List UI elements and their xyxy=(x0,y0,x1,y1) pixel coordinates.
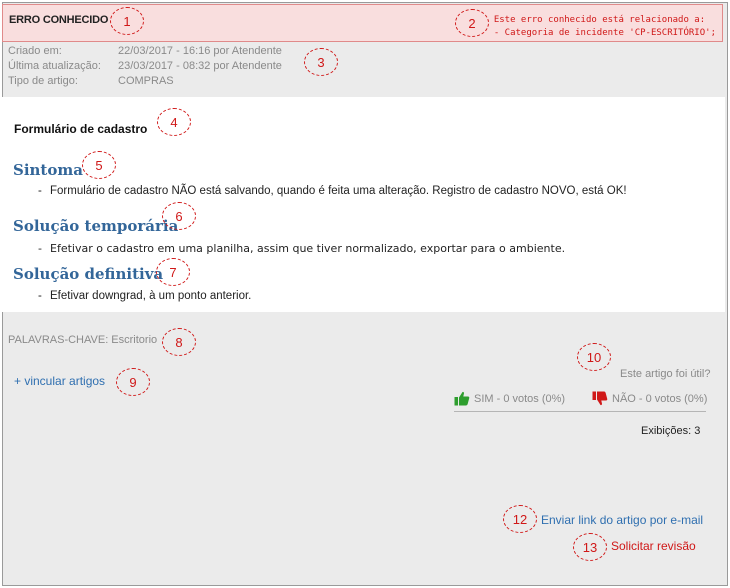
vote-no-button[interactable]: NÃO - 0 votos (0%) xyxy=(592,391,707,406)
views-count: Exibições: 3 xyxy=(641,425,701,437)
relation-line-2: - Categoria de incidente 'CP-ESCRITÓRIO'… xyxy=(493,28,716,38)
callout-7: 7 xyxy=(156,258,190,286)
created-value: 22/03/2017 - 16:16 por Atendente xyxy=(118,45,282,57)
callout-13: 13 xyxy=(573,533,607,561)
vote-yes-label: SIM - 0 votos (0%) xyxy=(474,392,566,405)
request-review-button[interactable]: Solicitar revisão xyxy=(611,539,696,553)
thumbs-up-icon xyxy=(454,391,470,406)
temp-solution-title: Solução temporária xyxy=(13,217,179,235)
symptom-text: Formulário de cadastro NÃO está salvando… xyxy=(50,185,627,197)
callout-5: 5 xyxy=(82,151,116,179)
type-value: COMPRAS xyxy=(118,75,174,87)
link-articles-button[interactable]: + vincular artigos xyxy=(14,374,105,388)
relation-note: Este erro conhecido está relacionado a: … xyxy=(494,14,716,40)
symptom-item: - Formulário de cadastro NÃO está salvand… xyxy=(38,185,627,197)
type-label: Tipo de artigo: xyxy=(8,75,78,87)
callout-12: 12 xyxy=(503,505,537,533)
callout-8: 8 xyxy=(162,328,196,356)
temp-solution-text: Efetivar o cadastro em uma planilha, ass… xyxy=(50,242,566,255)
updated-value: 23/03/2017 - 08:32 por Atendente xyxy=(118,60,282,72)
callout-9: 9 xyxy=(116,368,150,396)
final-solution-item: - Efetivar downgrad, à um ponto anterior. xyxy=(38,290,252,302)
created-label: Criado em: xyxy=(8,45,62,57)
callout-4: 4 xyxy=(157,108,191,136)
temp-solution-item: - Efetivar o cadastro em uma planilha, as… xyxy=(38,242,566,255)
callout-1: 1 xyxy=(110,7,144,35)
updated-label: Última atualização: xyxy=(8,60,101,72)
callout-6: 6 xyxy=(162,202,196,230)
vote-yes-button[interactable]: SIM - 0 votos (0%) xyxy=(454,391,565,406)
callout-2: 2 xyxy=(455,9,489,37)
keywords: PALAVRAS-CHAVE: Escritorio xyxy=(8,334,158,346)
header-title: ERRO CONHECIDO xyxy=(9,14,109,26)
symptom-title: Sintoma xyxy=(13,161,83,179)
vote-no-label: NÃO - 0 votos (0%) xyxy=(612,392,708,405)
final-solution-title: Solução definitiva xyxy=(13,265,164,283)
final-solution-text: Efetivar downgrad, à um ponto anterior. xyxy=(50,290,252,302)
callout-10: 10 xyxy=(577,343,611,371)
useful-question: Este artigo foi útil? xyxy=(620,368,711,380)
callout-3: 3 xyxy=(304,48,338,76)
vote-divider xyxy=(454,411,706,412)
thumbs-down-icon xyxy=(592,391,608,406)
email-link-button[interactable]: Enviar link do artigo por e-mail xyxy=(541,513,703,527)
article-title: Formulário de cadastro xyxy=(14,122,148,136)
article-content: Formulário de cadastro Sintoma - Formulár… xyxy=(2,97,725,312)
relation-line-1: Este erro conhecido está relacionado a: xyxy=(493,15,706,25)
